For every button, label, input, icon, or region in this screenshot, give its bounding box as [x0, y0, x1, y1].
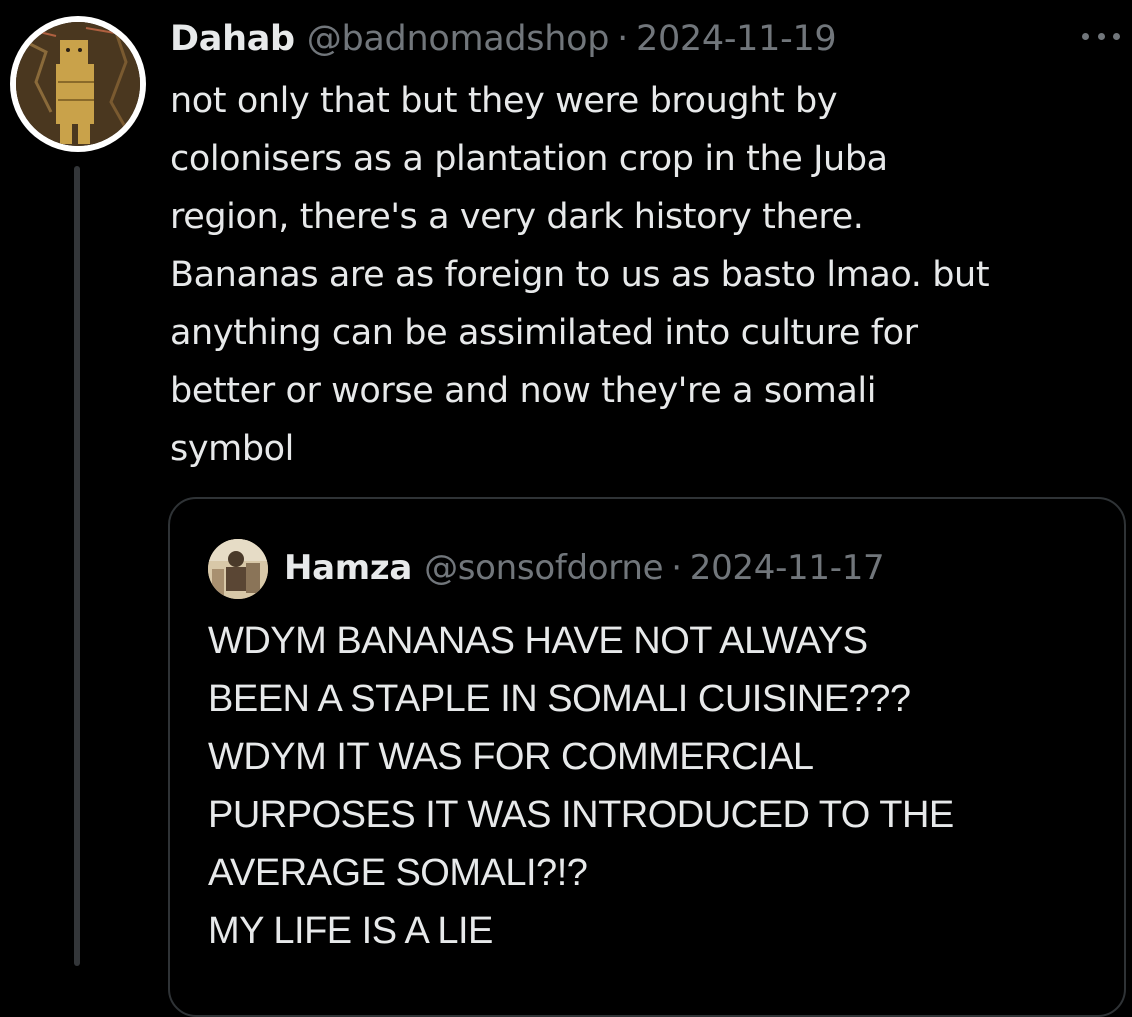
header-separator: · — [617, 19, 628, 59]
quoted-text-line: PURPOSES IT WAS INTRODUCED TO THE — [208, 794, 954, 836]
tweet-date[interactable]: 2024-11-19 — [636, 19, 837, 59]
tweet-text-line: better or worse and now they're a somali — [170, 371, 877, 411]
quoted-text-line: MY LIFE IS A LIE — [208, 910, 493, 952]
quoted-tweet-card[interactable]: Hamza @sonsofdorne · 2024-11-17 WDYM BAN… — [168, 497, 1126, 1017]
avatar-image — [16, 22, 140, 146]
quoted-tweet-text: WDYM BANANAS HAVE NOT ALWAYS BEEN A STAP… — [208, 612, 1108, 960]
quoted-text-line: WDYM BANANAS HAVE NOT ALWAYS — [208, 620, 868, 662]
profile-avatar-icon[interactable] — [208, 539, 268, 599]
more-dot — [1113, 32, 1120, 40]
more-dot — [1097, 32, 1105, 40]
tweet-text-line: not only that but they were brought by — [170, 81, 838, 121]
quoted-header-separator: · — [671, 548, 682, 588]
quoted-author-display-name[interactable]: Hamza — [284, 548, 412, 588]
tweet-header: Dahab @badnomadshop · 2024-11-19 — [170, 14, 837, 64]
quoted-author-handle[interactable]: @sonsofdorne — [424, 548, 663, 588]
tweet[interactable]: Dahab @badnomadshop · 2024-11-19 not onl… — [0, 0, 1132, 1017]
tweet-text-line: colonisers as a plantation crop in the J… — [170, 139, 888, 179]
quoted-text-line: AVERAGE SOMALI?!? — [208, 852, 588, 894]
more-dot — [1082, 32, 1089, 40]
thread-connector-line — [74, 166, 80, 966]
quoted-text-line: WDYM IT WAS FOR COMMERCIAL — [208, 736, 814, 778]
tweet-text-line: Bananas are as foreign to us as basto lm… — [170, 255, 990, 295]
tweet-text-line: region, there's a very dark history ther… — [170, 197, 864, 237]
quoted-tweet-date[interactable]: 2024-11-17 — [690, 548, 885, 588]
tweet-text: not only that but they were brought by c… — [170, 72, 1125, 478]
more-options-icon[interactable] — [1078, 24, 1124, 48]
tweet-text-line: anything can be assimilated into culture… — [170, 313, 918, 353]
quoted-text-line: BEEN A STAPLE IN SOMALI CUISINE??? — [208, 678, 911, 720]
profile-avatar-icon[interactable] — [10, 16, 146, 152]
author-display-name[interactable]: Dahab — [170, 19, 295, 59]
quoted-tweet-header: Hamza @sonsofdorne · 2024-11-17 — [284, 544, 885, 592]
tweet-text-line: symbol — [170, 429, 294, 469]
author-handle[interactable]: @badnomadshop — [307, 19, 610, 59]
